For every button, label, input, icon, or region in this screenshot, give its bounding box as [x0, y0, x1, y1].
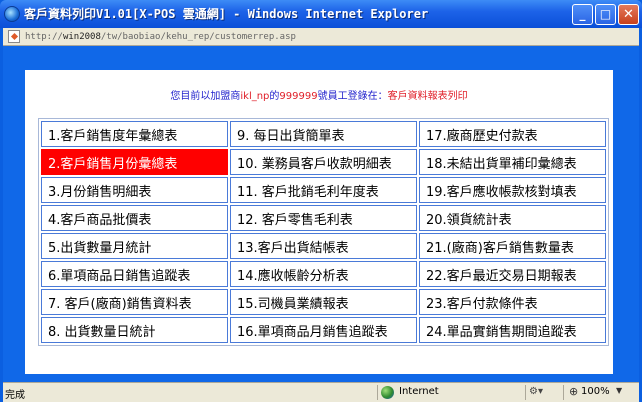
page-content: 您目前以加盟商ikl_np的999999號員工登錄在：客戶資料報表列印 1.客戶…	[3, 46, 639, 382]
report-menu-item[interactable]: 2.客戶銷售月份彙總表	[41, 149, 228, 175]
address-bar[interactable]: http://win2008/tw/baobiao/kehu_rep/custo…	[3, 28, 639, 46]
report-menu-item[interactable]: 14.應收帳齡分析表	[230, 261, 417, 287]
menu-row: 1.客戶銷售度年彙總表 9. 每日出貨簡單表 17.廠商歷史付款表	[41, 121, 606, 147]
report-menu-item[interactable]: 8. 出貨數量日統計	[41, 317, 228, 343]
report-panel: 您目前以加盟商ikl_np的999999號員工登錄在：客戶資料報表列印 1.客戶…	[25, 70, 613, 374]
status-text: 完成	[5, 390, 25, 401]
report-menu-item[interactable]: 16.單項商品月銷售追蹤表	[230, 317, 417, 343]
minimize-button[interactable]: _	[572, 4, 593, 25]
report-menu-item[interactable]: 18.未結出貨單補印彙總表	[419, 149, 606, 175]
report-menu-item[interactable]: 19.客戶應收帳款核對填表	[419, 177, 606, 203]
report-menu-item[interactable]: 1.客戶銷售度年彙總表	[41, 121, 228, 147]
title-bar[interactable]: 客戶資料列印V1.01[X-POS 雲通網] - Windows Interne…	[0, 0, 642, 28]
menu-row: 6.單項商品日銷售追蹤表 14.應收帳齡分析表 22.客戶最近交易日期報表	[41, 261, 606, 287]
zoom-dropdown-icon[interactable]: ▼	[616, 386, 622, 395]
menu-row: 7. 客戶(廠商)銷售資料表 15.司機員業績報表 23.客戶付款條件表	[41, 289, 606, 315]
protected-mode-icon[interactable]: ⚙▾	[529, 386, 543, 397]
login-info: 您目前以加盟商ikl_np的999999號員工登錄在：客戶資料報表列印	[170, 91, 468, 102]
report-menu-item[interactable]: 12. 客戶零售毛利表	[230, 205, 417, 231]
report-menu-item[interactable]: 3.月份銷售明細表	[41, 177, 228, 203]
menu-row: 5.出貨數量月統計 13.客戶出貨結帳表 21.(廠商)客戶銷售數量表	[41, 233, 606, 259]
report-menu-item[interactable]: 11. 客戶批銷毛利年度表	[230, 177, 417, 203]
report-menu-item[interactable]: 15.司機員業績報表	[230, 289, 417, 315]
menu-row: 3.月份銷售明細表 11. 客戶批銷毛利年度表 19.客戶應收帳款核對填表	[41, 177, 606, 203]
menu-row: 8. 出貨數量日統計 16.單項商品月銷售追蹤表 24.單品實銷售期間追蹤表	[41, 317, 606, 343]
zoom-level[interactable]: 100%	[581, 386, 610, 397]
window-title: 客戶資料列印V1.01[X-POS 雲通網] - Windows Interne…	[24, 7, 429, 21]
report-menu-item[interactable]: 7. 客戶(廠商)銷售資料表	[41, 289, 228, 315]
report-menu-item[interactable]: 17.廠商歷史付款表	[419, 121, 606, 147]
menu-row: 4.客戶商品批價表 12. 客戶零售毛利表 20.領貨統計表	[41, 205, 606, 231]
report-menu-item[interactable]: 6.單項商品日銷售追蹤表	[41, 261, 228, 287]
report-menu-item[interactable]: 20.領貨統計表	[419, 205, 606, 231]
report-menu-item[interactable]: 4.客戶商品批價表	[41, 205, 228, 231]
ie-app-icon	[4, 6, 20, 22]
maximize-button[interactable]: □	[595, 4, 616, 25]
report-menu-item[interactable]: 5.出貨數量月統計	[41, 233, 228, 259]
security-zone[interactable]: Internet	[399, 386, 439, 397]
report-menu-item[interactable]: 23.客戶付款條件表	[419, 289, 606, 315]
report-menu-item[interactable]: 22.客戶最近交易日期報表	[419, 261, 606, 287]
internet-zone-icon	[381, 386, 394, 399]
page-icon	[8, 30, 20, 43]
report-menu-item[interactable]: 24.單品實銷售期間追蹤表	[419, 317, 606, 343]
report-menu-item[interactable]: 9. 每日出貨簡單表	[230, 121, 417, 147]
menu-row: 2.客戶銷售月份彙總表 10. 業務員客戶收款明細表 18.未結出貨單補印彙總表	[41, 149, 606, 175]
status-bar: 完成 Internet ⚙▾ ⊕ 100% ▼	[3, 382, 639, 402]
report-menu-item[interactable]: 13.客戶出貨結帳表	[230, 233, 417, 259]
url-text[interactable]: http://win2008/tw/baobiao/kehu_rep/custo…	[25, 30, 296, 44]
zoom-icon[interactable]: ⊕	[569, 385, 578, 398]
browser-window: 客戶資料列印V1.01[X-POS 雲通網] - Windows Interne…	[0, 0, 642, 402]
report-menu-table: 1.客戶銷售度年彙總表 9. 每日出貨簡單表 17.廠商歷史付款表 2.客戶銷售月份彙…	[38, 118, 609, 346]
report-menu-item[interactable]: 21.(廠商)客戶銷售數量表	[419, 233, 606, 259]
report-menu-item[interactable]: 10. 業務員客戶收款明細表	[230, 149, 417, 175]
close-button[interactable]: ✕	[618, 4, 639, 25]
